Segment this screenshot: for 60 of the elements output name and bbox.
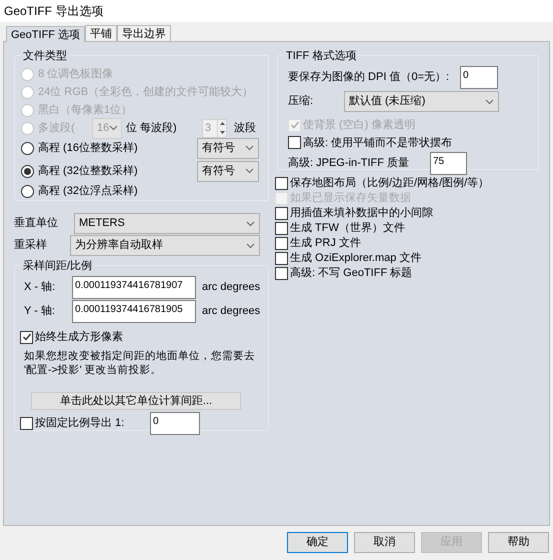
checkbox-label: 生成 TFW（世界）文件	[290, 220, 405, 236]
dialog-button[interactable]: 取消	[354, 532, 415, 553]
radio-button[interactable]	[21, 142, 34, 155]
spacing-field[interactable]: 0.000119374416781907	[72, 276, 196, 299]
checkbox-label: 生成 PRJ 文件	[290, 236, 361, 252]
radio-label: 高程 (32位整数采样)	[38, 164, 139, 179]
tab[interactable]: 平铺	[85, 25, 118, 41]
unit-label: arc degrees	[202, 304, 260, 320]
checkbox[interactable]	[275, 177, 288, 190]
field-label: 重采样	[14, 238, 48, 254]
checkbox[interactable]	[275, 252, 288, 265]
checkbox-label: 高级: 使用平铺而不是带状摆布	[303, 136, 452, 150]
radio-button[interactable]	[21, 185, 34, 198]
checkbox[interactable]	[288, 136, 301, 150]
compute-spacing-button[interactable]: 单击此处以其它单位计算间距...	[31, 392, 241, 410]
tab[interactable]: GeoTIFF 选项	[6, 26, 86, 42]
checkbox[interactable]	[275, 207, 288, 220]
checkbox[interactable]	[20, 417, 33, 430]
checkbox[interactable]	[20, 330, 33, 344]
checkbox-label: 高级: 不写 GeoTIFF 标题	[290, 266, 412, 282]
tab[interactable]: 导出边界	[117, 25, 172, 41]
checkbox[interactable]	[275, 237, 288, 250]
radio-label: 24位 RGB（全彩色，创建的文件可能较大）	[38, 84, 254, 100]
checkbox-label: 始终生成方形像素	[35, 330, 123, 345]
resample-dropdown[interactable]: 为分辨率自动取样	[70, 235, 260, 256]
checkbox-label: 如果已显示保存矢量数据	[290, 191, 411, 206]
sign-dropdown[interactable]: 有符号	[197, 160, 259, 182]
axis-label: X - 轴:	[23, 280, 56, 296]
spacing-field[interactable]: 0.000119374416781905	[72, 300, 196, 323]
radio-label: 黑白（每像素1位）	[38, 102, 132, 118]
radio-label: 多波段(	[38, 120, 76, 136]
compression-dropdown[interactable]: 默认值 (未压缩)	[344, 91, 499, 112]
note-text: 如果您想改变被指定间距的地面单位，您需要去 '配置->投影' 更改当前投影。	[23, 348, 256, 376]
field-label: 压缩:	[288, 94, 314, 110]
dialog-button[interactable]: 确定	[287, 532, 348, 553]
checkbox-label: 按固定比例导出 1:	[35, 416, 126, 432]
checkbox[interactable]	[275, 222, 288, 235]
bits-label: 位 每波段)	[126, 120, 178, 136]
checkbox-label: 用插值来填补数据中的小间隙	[290, 206, 433, 222]
sign-dropdown[interactable]: 有符号	[197, 138, 259, 159]
field-label: 高级: JPEG-in-TIFF 质量	[288, 156, 410, 172]
unit-label: arc degrees	[202, 280, 260, 296]
scale-field[interactable]: 0	[150, 412, 200, 435]
radio-label: 高程 (16位整数采样)	[38, 140, 139, 156]
checkbox[interactable]	[275, 267, 288, 280]
field-label: 要保存为图像的 DPI 值（0=无）:	[288, 70, 450, 86]
dpi-field[interactable]: 0	[460, 66, 498, 89]
dialog-button[interactable]: 帮助	[488, 532, 549, 553]
window-title: GeoTIFF 导出选项	[4, 3, 104, 20]
radio-button[interactable]	[21, 164, 34, 178]
checkbox-label: 生成 OziExplorer.map 文件	[290, 250, 422, 266]
radio-label: 8 位调色板图像	[38, 67, 114, 82]
jpeg-quality-field[interactable]: 75	[430, 152, 467, 175]
radio-label: 高程 (32位浮点采样)	[38, 184, 138, 200]
bands-label: 波段	[234, 120, 256, 136]
checkbox-label: 保存地图布局（比例/边距/网格/图例/等）	[290, 176, 490, 192]
checkbox-label: 使背景 (空白) 像素透明	[303, 118, 416, 133]
vertical-unit-dropdown[interactable]: METERS	[74, 213, 260, 234]
field-label: 垂直单位	[14, 216, 59, 232]
axis-label: Y - 轴:	[23, 304, 56, 320]
